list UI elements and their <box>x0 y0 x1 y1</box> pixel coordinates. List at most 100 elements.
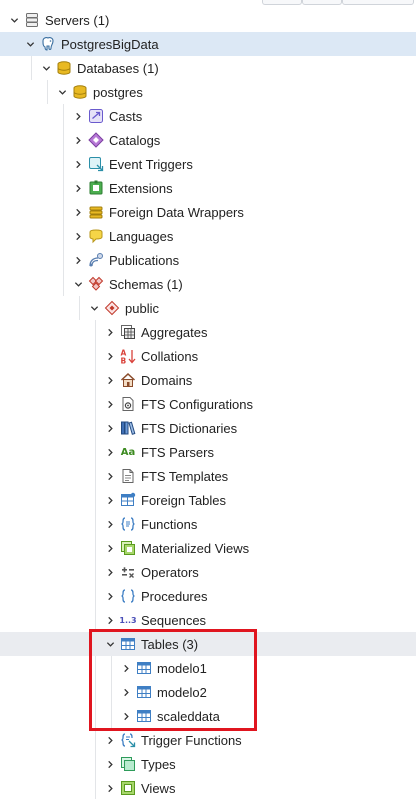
tree-node-servers[interactable]: Servers (1) <box>0 8 416 32</box>
chevron-down-icon[interactable] <box>22 36 38 52</box>
chevron-down-icon[interactable] <box>38 60 54 76</box>
tree-node-label: Tables (3) <box>141 636 199 652</box>
chevron-right-icon[interactable] <box>102 588 118 604</box>
tree-node-types[interactable]: Types <box>0 752 416 776</box>
chevron-right-icon[interactable] <box>102 612 118 628</box>
chevron-right-icon[interactable] <box>70 132 86 148</box>
tree-node-fts-parsers[interactable]: Aa FTS Parsers <box>0 440 416 464</box>
tree-node-fts-dictionaries[interactable]: FTS Dictionaries <box>0 416 416 440</box>
tree-node-views[interactable]: Views <box>0 776 416 800</box>
tree-node-label: Aggregates <box>141 324 208 340</box>
tree-node-sequences[interactable]: 1..3 Sequences <box>0 608 416 632</box>
chevron-right-icon[interactable] <box>102 420 118 436</box>
chevron-right-icon[interactable] <box>102 444 118 460</box>
tree-node-catalogs[interactable]: Catalogs <box>0 128 416 152</box>
toolbar-edge <box>0 0 416 6</box>
catalogs-icon <box>88 132 104 148</box>
chevron-right-icon[interactable] <box>102 468 118 484</box>
functions-icon <box>120 516 136 532</box>
toolbar-button-edge[interactable] <box>302 0 342 5</box>
chevron-right-icon[interactable] <box>102 324 118 340</box>
tree-node-publications[interactable]: Publications <box>0 248 416 272</box>
tree-node-label: modelo1 <box>157 660 207 676</box>
chevron-right-icon[interactable] <box>118 660 134 676</box>
tree-node-label: Servers (1) <box>45 12 110 28</box>
tree-node-server[interactable]: PostgresBigData <box>0 32 416 56</box>
chevron-right-icon[interactable] <box>70 180 86 196</box>
tree-node-domains[interactable]: Domains <box>0 368 416 392</box>
chevron-right-icon[interactable] <box>70 228 86 244</box>
tree-node-table-modelo2[interactable]: modelo2 <box>0 680 416 704</box>
operators-icon <box>120 564 136 580</box>
tree-node-languages[interactable]: Languages <box>0 224 416 248</box>
tree-node-label: Types <box>141 756 176 772</box>
chevron-right-icon[interactable] <box>102 348 118 364</box>
tree-node-fts-templates[interactable]: FTS Templates <box>0 464 416 488</box>
chevron-right-icon[interactable] <box>118 708 134 724</box>
tree-node-aggregates[interactable]: Aggregates <box>0 320 416 344</box>
tree-node-label: Casts <box>109 108 143 124</box>
procedures-icon <box>120 588 136 604</box>
tree-node-collations[interactable]: AB Collations <box>0 344 416 368</box>
tree-node-label: public <box>125 300 159 316</box>
tree-node-trigger-functions[interactable]: Trigger Functions <box>0 728 416 752</box>
chevron-down-icon[interactable] <box>70 276 86 292</box>
chevron-right-icon[interactable] <box>102 372 118 388</box>
tree-node-schemas[interactable]: Schemas (1) <box>0 272 416 296</box>
tree-node-materialized-views[interactable]: Materialized Views <box>0 536 416 560</box>
schema-icon <box>104 300 120 316</box>
tree-node-label: postgres <box>93 84 143 100</box>
tree-node-casts[interactable]: Casts <box>0 104 416 128</box>
toolbar-button-edge[interactable] <box>342 0 414 5</box>
tree-node-label: Domains <box>141 372 193 388</box>
chevron-right-icon[interactable] <box>102 516 118 532</box>
chevron-right-icon[interactable] <box>70 204 86 220</box>
servers-icon <box>24 12 40 28</box>
tree-node-foreign-tables[interactable]: Foreign Tables <box>0 488 416 512</box>
chevron-right-icon[interactable] <box>118 684 134 700</box>
tree-node-functions[interactable]: Functions <box>0 512 416 536</box>
chevron-right-icon[interactable] <box>102 540 118 556</box>
tables-icon <box>120 636 136 652</box>
tree-node-foreign-data-wrappers[interactable]: Foreign Data Wrappers <box>0 200 416 224</box>
fts-configurations-icon <box>120 396 136 412</box>
tree-node-label: Sequences <box>141 612 207 628</box>
tree-node-tables[interactable]: Tables (3) <box>0 632 416 656</box>
tree-node-table-scaleddata[interactable]: scaleddata <box>0 704 416 728</box>
tree-node-event-triggers[interactable]: Event Triggers <box>0 152 416 176</box>
chevron-right-icon[interactable] <box>102 396 118 412</box>
aggregates-icon <box>120 324 136 340</box>
tree-node-databases[interactable]: Databases (1) <box>0 56 416 80</box>
chevron-down-icon[interactable] <box>6 12 22 28</box>
chevron-right-icon[interactable] <box>102 732 118 748</box>
tree-node-label: Languages <box>109 228 174 244</box>
tree-node-fts-configurations[interactable]: FTS Configurations <box>0 392 416 416</box>
chevron-down-icon[interactable] <box>86 300 102 316</box>
tree-node-table-modelo1[interactable]: modelo1 <box>0 656 416 680</box>
chevron-right-icon[interactable] <box>70 252 86 268</box>
tree-node-label: Foreign Data Wrappers <box>109 204 244 220</box>
toolbar-button-edge[interactable] <box>262 0 302 5</box>
tree-node-extensions[interactable]: Extensions <box>0 176 416 200</box>
trigger-functions-icon <box>120 732 136 748</box>
chevron-down-icon[interactable] <box>102 636 118 652</box>
chevron-down-icon[interactable] <box>54 84 70 100</box>
tree-node-procedures[interactable]: Procedures <box>0 584 416 608</box>
chevron-right-icon[interactable] <box>70 108 86 124</box>
collations-glyph-bottom: B <box>121 357 127 365</box>
chevron-right-icon[interactable] <box>102 492 118 508</box>
database-icon <box>72 84 88 100</box>
tree-node-label: Event Triggers <box>109 156 193 172</box>
tree-node-label: FTS Templates <box>141 468 229 484</box>
chevron-right-icon[interactable] <box>70 156 86 172</box>
tree-node-label: PostgresBigData <box>61 36 159 52</box>
tree-node-label: modelo2 <box>157 684 207 700</box>
chevron-right-icon[interactable] <box>102 756 118 772</box>
tree-node-schema[interactable]: public <box>0 296 416 320</box>
tree-node-database[interactable]: postgres <box>0 80 416 104</box>
tree-node-label: Trigger Functions <box>141 732 242 748</box>
chevron-right-icon[interactable] <box>102 564 118 580</box>
tree-node-label: Extensions <box>109 180 173 196</box>
chevron-right-icon[interactable] <box>102 780 118 796</box>
tree-node-operators[interactable]: Operators <box>0 560 416 584</box>
